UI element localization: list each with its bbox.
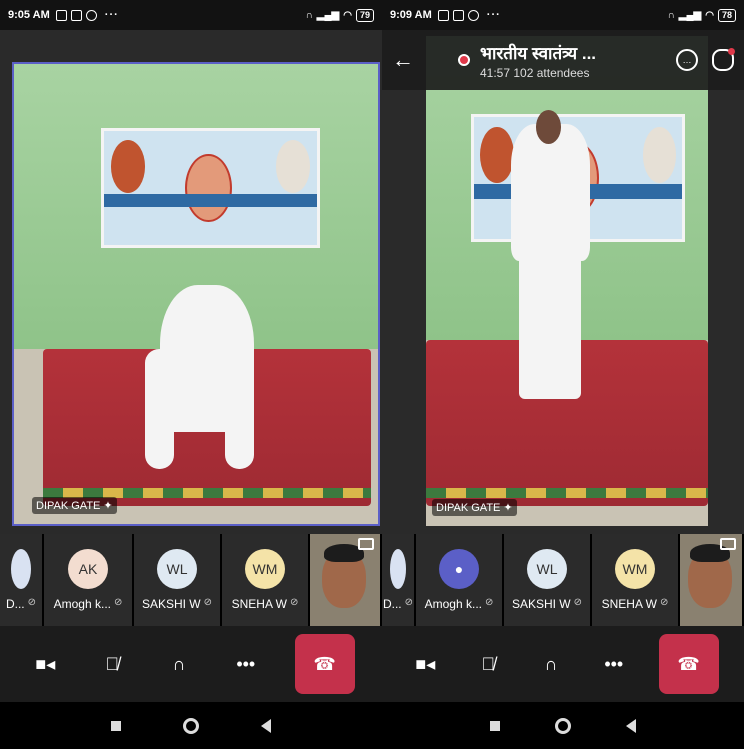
participant-name-tag: DIPAK GATE ✦: [32, 497, 117, 514]
meeting-header: ← भारतीय स्वातंत्र्य ... 41:57 102 atten…: [382, 30, 744, 90]
notification-icon: [437, 9, 449, 21]
switch-camera-icon[interactable]: [358, 538, 374, 550]
participant-tile[interactable]: AK Amogh k... ⊘: [44, 534, 134, 626]
participant-strip: D... ⊘ AK Amogh k... ⊘ WL SAKSHI W ⊘ WM SNE…: [0, 534, 382, 626]
participant-tile[interactable]: ● Amogh k... ⊘: [416, 534, 504, 626]
attendee-count: 102 attendees: [513, 65, 590, 80]
android-nav-bar: [382, 702, 744, 749]
more-options-button[interactable]: •••: [228, 646, 264, 682]
avatar: WL: [527, 549, 567, 589]
participant-tile[interactable]: WL SAKSHI W ⊘: [134, 534, 222, 626]
person-figure: [510, 124, 590, 262]
audio-output-button[interactable]: ∩: [533, 646, 569, 682]
pin-icon: ✦: [103, 500, 113, 512]
wifi-icon: ◠: [705, 9, 714, 21]
more-notifications-icon: ···: [104, 9, 119, 21]
avatar: WL: [157, 549, 197, 589]
wifi-icon: ◠: [343, 9, 352, 21]
pin-icon: ✦: [503, 502, 513, 514]
signal-icon: ▂▄▆: [316, 9, 340, 21]
status-time: 9:05 AM: [8, 9, 50, 21]
meeting-duration: 41:57: [480, 65, 511, 80]
recording-indicator: [458, 54, 470, 66]
status-bar: 9:09 AM ··· ∩ ▂▄▆ ◠ 78: [382, 0, 744, 30]
mic-off-icon: ⊘: [404, 597, 414, 608]
camera-button[interactable]: ■◂: [407, 646, 443, 682]
more-notifications-icon: ···: [486, 9, 501, 21]
pinned-video[interactable]: DIPAK GATE ✦: [426, 36, 708, 526]
avatar: AK: [68, 549, 108, 589]
battery-indicator: 79: [355, 8, 374, 22]
participant-name-tag: DIPAK GATE ✦: [432, 499, 517, 516]
home-button[interactable]: [183, 717, 199, 734]
avatar: WM: [245, 549, 285, 589]
call-controls: ■◂ 🎙̸ ∩ ••• ☎: [382, 626, 744, 702]
participant-strip: D... ⊘ ● Amogh k... ⊘ WL SAKSHI W ⊘ WM SNEH…: [382, 534, 744, 626]
recents-button[interactable]: [111, 720, 121, 731]
headphones-icon: ∩: [667, 9, 675, 21]
more-options-button[interactable]: •••: [596, 646, 632, 682]
mic-off-icon: ⊘: [27, 597, 37, 608]
video-stage: DIPAK GATE ✦: [0, 30, 382, 534]
whatsapp-icon: [85, 9, 97, 21]
person-icon: ●: [454, 561, 464, 577]
status-bar: 9:05 AM ··· ∩ ▂▄▆ ◠ 79: [0, 0, 382, 30]
back-nav-button[interactable]: [626, 718, 637, 733]
mute-button[interactable]: 🎙̸: [470, 646, 506, 682]
headphones-icon: ∩: [305, 9, 313, 21]
participant-tile[interactable]: WM SNEHA W ⊘: [592, 534, 680, 626]
mic-off-icon: ⊘: [573, 597, 583, 608]
android-nav-bar: [0, 702, 382, 749]
self-video: [688, 544, 732, 608]
participant-tile[interactable]: D... ⊘: [382, 534, 416, 626]
camera-button[interactable]: ■◂: [27, 646, 63, 682]
call-controls: ■◂ 🎙̸ ∩ ••• ☎: [0, 626, 382, 702]
back-nav-button[interactable]: [261, 718, 271, 733]
self-camera-tile[interactable]: [310, 534, 382, 626]
whatsapp-icon: [467, 9, 479, 21]
teams-icon: [452, 9, 464, 21]
notification-dot: [728, 48, 735, 55]
mic-off-icon: ⊘: [113, 597, 123, 608]
home-button[interactable]: [554, 717, 571, 734]
meeting-title: भारतीय स्वातंत्र्य ...: [480, 43, 597, 63]
avatar: ●: [439, 549, 479, 589]
battery-indicator: 78: [717, 8, 736, 22]
hang-up-button[interactable]: ☎: [294, 634, 355, 694]
participant-tile[interactable]: WL SAKSHI W ⊘: [504, 534, 592, 626]
mic-off-icon: ⊘: [203, 597, 213, 608]
status-time: 9:09 AM: [390, 9, 432, 21]
avatar: [11, 549, 31, 589]
avatar: [390, 549, 406, 589]
participant-tile[interactable]: WM SNEHA W ⊘: [222, 534, 310, 626]
mic-off-icon: ⊘: [659, 597, 669, 608]
mic-off-icon: ⊘: [484, 597, 494, 608]
mute-button[interactable]: 🎙̸: [94, 646, 130, 682]
mic-off-icon: ⊘: [289, 597, 299, 608]
wall-banner: [101, 128, 320, 248]
teams-icon: [70, 9, 82, 21]
avatar: WM: [615, 549, 655, 589]
recents-button[interactable]: [489, 720, 500, 731]
self-video: [322, 544, 366, 608]
switch-camera-icon[interactable]: [720, 538, 736, 550]
self-camera-tile[interactable]: [680, 534, 744, 626]
right-phone-screen: 9:09 AM ··· ∩ ▂▄▆ ◠ 78 ← भारतीय स्वातंत्…: [382, 0, 744, 749]
pinned-video[interactable]: DIPAK GATE ✦: [12, 62, 380, 526]
back-arrow-icon[interactable]: ←: [392, 47, 420, 73]
participants-icon[interactable]: [712, 48, 735, 71]
participant-tile[interactable]: D... ⊘: [0, 534, 44, 626]
video-stage: ← भारतीय स्वातंत्र्य ... 41:57 102 atten…: [382, 30, 744, 534]
hang-up-button[interactable]: ☎: [658, 634, 719, 694]
chat-icon[interactable]: …: [676, 49, 698, 71]
signal-icon: ▂▄▆: [678, 9, 702, 21]
notification-icon: [55, 9, 67, 21]
left-phone-screen: 9:05 AM ··· ∩ ▂▄▆ ◠ 79 DIPAK GATE ✦ D...…: [0, 0, 382, 749]
audio-output-button[interactable]: ∩: [161, 646, 197, 682]
